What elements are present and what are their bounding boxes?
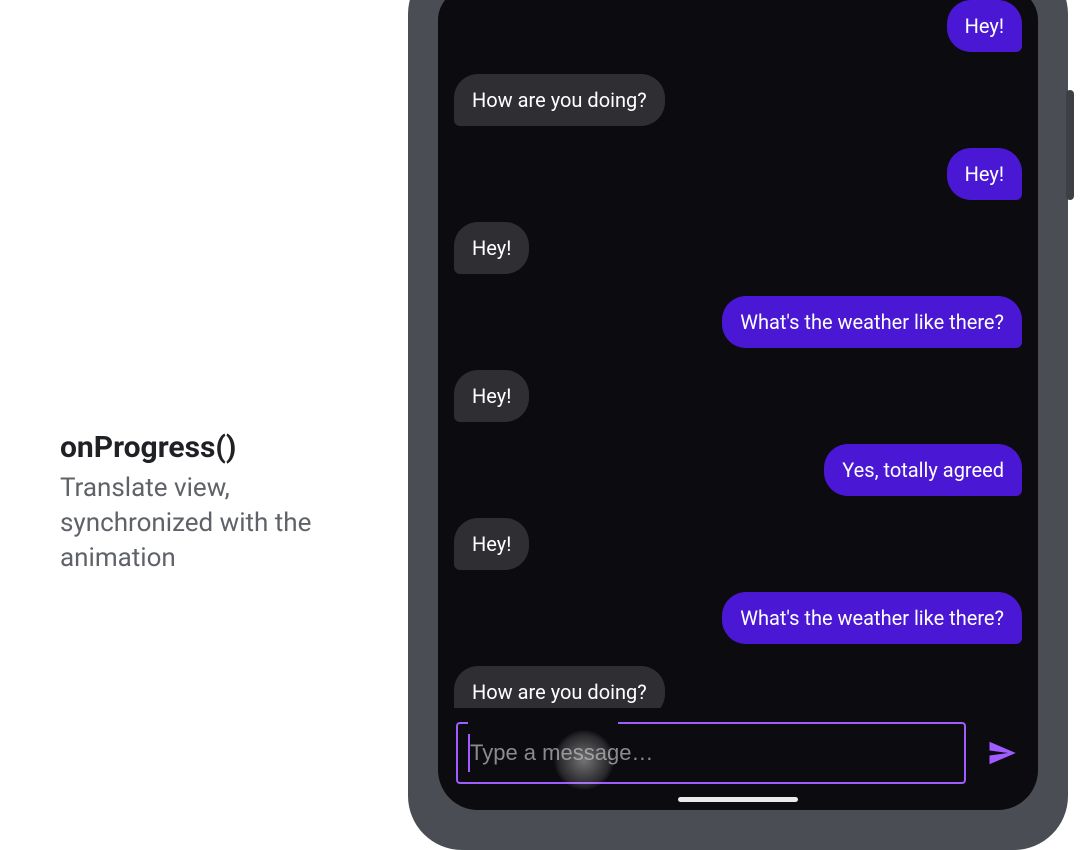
phone-mockup: Hey! How are you doing? Hey! Hey! What's the…: [408, 0, 1068, 850]
messages-list[interactable]: Hey! How are you doing? Hey! Hey! What's the…: [438, 0, 1038, 708]
caption-description: Translate view, synchronized with the an…: [60, 471, 380, 576]
message-row: Hey!: [454, 370, 1022, 422]
message-row: Hey!: [454, 222, 1022, 274]
message-composer: [438, 708, 1038, 810]
send-icon: [987, 738, 1017, 768]
incoming-message-bubble[interactable]: How are you doing?: [454, 666, 665, 708]
message-row: How are you doing?: [454, 74, 1022, 126]
message-row: Hey!: [454, 0, 1022, 52]
outgoing-message-bubble[interactable]: Yes, totally agreed: [824, 444, 1022, 496]
outgoing-message-bubble[interactable]: What's the weather like there?: [722, 296, 1022, 348]
home-indicator: [678, 797, 798, 802]
message-input[interactable]: [456, 722, 966, 784]
incoming-message-bubble[interactable]: How are you doing?: [454, 74, 665, 126]
caption-title: onProgress(): [60, 430, 380, 465]
callout-caption: onProgress() Translate view, synchronize…: [60, 430, 380, 576]
outgoing-message-bubble[interactable]: Hey!: [947, 0, 1022, 52]
incoming-message-bubble[interactable]: Hey!: [454, 370, 529, 422]
outgoing-message-bubble[interactable]: What's the weather like there?: [722, 592, 1022, 644]
message-row: Hey!: [454, 518, 1022, 570]
incoming-message-bubble[interactable]: Hey!: [454, 518, 529, 570]
phone-screen: Hey! How are you doing? Hey! Hey! What's the…: [438, 0, 1038, 810]
send-button[interactable]: [984, 735, 1020, 771]
message-input-wrap[interactable]: [456, 722, 966, 784]
phone-side-button: [1066, 90, 1074, 200]
message-row: What's the weather like there?: [454, 296, 1022, 348]
message-row: Hey!: [454, 148, 1022, 200]
message-row: What's the weather like there?: [454, 592, 1022, 644]
message-row: How are you doing?: [454, 666, 1022, 708]
outgoing-message-bubble[interactable]: Hey!: [947, 148, 1022, 200]
message-row: Yes, totally agreed: [454, 444, 1022, 496]
incoming-message-bubble[interactable]: Hey!: [454, 222, 529, 274]
